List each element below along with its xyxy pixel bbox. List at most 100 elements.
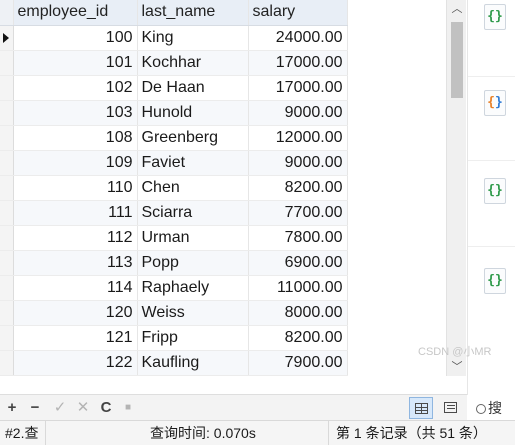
form-view-icon: [443, 402, 457, 413]
row-header[interactable]: [0, 350, 14, 376]
refresh-button[interactable]: C: [96, 398, 116, 418]
cell-salary[interactable]: 7900.00: [248, 350, 348, 376]
row-header[interactable]: [0, 100, 14, 126]
row-header[interactable]: [0, 275, 14, 301]
scroll-down-icon[interactable]: ﹀: [447, 358, 467, 376]
cell-last-name[interactable]: Chen: [137, 175, 249, 201]
column-header-salary[interactable]: salary: [248, 0, 348, 26]
cell-last-name[interactable]: Raphaely: [137, 275, 249, 301]
table-row[interactable]: 108 Greenberg 12000.00: [0, 125, 348, 151]
cell-employee-id[interactable]: 103: [13, 100, 138, 126]
column-header-employee-id[interactable]: employee_id: [13, 0, 138, 26]
row-header[interactable]: [0, 50, 14, 76]
cell-salary[interactable]: 7800.00: [248, 225, 348, 251]
cell-salary[interactable]: 8200.00: [248, 175, 348, 201]
cell-last-name[interactable]: Hunold: [137, 100, 249, 126]
cell-last-name[interactable]: Kochhar: [137, 50, 249, 76]
cell-employee-id[interactable]: 101: [13, 50, 138, 76]
cell-employee-id[interactable]: 112: [13, 225, 138, 251]
add-row-button[interactable]: +: [2, 398, 22, 418]
cell-employee-id[interactable]: 111: [13, 200, 138, 226]
cell-salary[interactable]: 8000.00: [248, 300, 348, 326]
cell-salary[interactable]: 17000.00: [248, 75, 348, 101]
cell-salary[interactable]: 24000.00: [248, 25, 348, 51]
cell-employee-id[interactable]: 114: [13, 275, 138, 301]
panel-divider: [468, 160, 515, 161]
cell-salary[interactable]: 8200.00: [248, 325, 348, 351]
table-row[interactable]: 102 De Haan 17000.00: [0, 75, 348, 101]
delete-row-button[interactable]: −: [25, 398, 45, 418]
apply-changes-button[interactable]: ✓: [50, 398, 70, 418]
form-view-button[interactable]: [438, 397, 462, 419]
row-header[interactable]: [0, 175, 14, 201]
json-braces-icon[interactable]: {}: [484, 4, 506, 30]
cell-salary[interactable]: 9000.00: [248, 100, 348, 126]
discard-changes-button[interactable]: ✕: [73, 398, 93, 418]
cell-employee-id[interactable]: 120: [13, 300, 138, 326]
row-header[interactable]: [0, 125, 14, 151]
cell-employee-id[interactable]: 108: [13, 125, 138, 151]
row-header[interactable]: [0, 150, 14, 176]
cell-last-name[interactable]: Urman: [137, 225, 249, 251]
table-row[interactable]: 112 Urman 7800.00: [0, 225, 348, 251]
table-row[interactable]: 121 Fripp 8200.00: [0, 325, 348, 351]
scroll-up-icon[interactable]: ︿: [447, 0, 467, 18]
cell-last-name[interactable]: De Haan: [137, 75, 249, 101]
json-braces-icon[interactable]: {}: [484, 178, 506, 204]
cell-last-name[interactable]: Kaufling: [137, 350, 249, 376]
cell-last-name[interactable]: Sciarra: [137, 200, 249, 226]
table-row[interactable]: 109 Faviet 9000.00: [0, 150, 348, 176]
cell-last-name[interactable]: Popp: [137, 250, 249, 276]
vertical-scrollbar[interactable]: ︿ ﹀: [446, 0, 466, 376]
cell-salary[interactable]: 7700.00: [248, 200, 348, 226]
stop-button[interactable]: ■: [118, 398, 138, 418]
table-row[interactable]: 120 Weiss 8000.00: [0, 300, 348, 326]
json-braces-icon[interactable]: {}: [484, 90, 506, 116]
scroll-thumb[interactable]: [451, 22, 463, 98]
row-header[interactable]: [0, 300, 14, 326]
cell-salary[interactable]: 12000.00: [248, 125, 348, 151]
cell-employee-id[interactable]: 122: [13, 350, 138, 376]
cell-employee-id[interactable]: 113: [13, 250, 138, 276]
table-row[interactable]: 101 Kochhar 17000.00: [0, 50, 348, 76]
result-grid: employee_id last_name salary 100 King 2400…: [0, 0, 446, 376]
table-row[interactable]: 122 Kaufling 7900.00: [0, 350, 348, 376]
table-row[interactable]: 110 Chen 8200.00: [0, 175, 348, 201]
cell-last-name[interactable]: Faviet: [137, 150, 249, 176]
header-gutter: [0, 0, 14, 26]
table-row[interactable]: 113 Popp 6900.00: [0, 250, 348, 276]
table-row[interactable]: 103 Hunold 9000.00: [0, 100, 348, 126]
panel-divider: [468, 76, 515, 77]
cell-salary[interactable]: 17000.00: [248, 50, 348, 76]
row-header[interactable]: [0, 325, 14, 351]
grid-view-icon: [414, 403, 428, 414]
json-braces-icon[interactable]: {}: [484, 268, 506, 294]
cell-last-name[interactable]: King: [137, 25, 249, 51]
table-row[interactable]: 114 Raphaely 11000.00: [0, 275, 348, 301]
cell-salary[interactable]: 6900.00: [248, 250, 348, 276]
cell-employee-id[interactable]: 102: [13, 75, 138, 101]
query-tab-label[interactable]: #2.查: [0, 421, 46, 445]
record-info: 第 1 条记录（共 51 条）: [336, 425, 487, 441]
cell-last-name[interactable]: Weiss: [137, 300, 249, 326]
row-header[interactable]: [0, 225, 14, 251]
row-header[interactable]: [0, 200, 14, 226]
table-row[interactable]: 100 King 24000.00: [0, 25, 348, 51]
row-header[interactable]: [0, 75, 14, 101]
header-row: employee_id last_name salary: [0, 0, 348, 26]
current-row-arrow-icon: [3, 32, 9, 43]
cell-last-name[interactable]: Fripp: [137, 325, 249, 351]
cell-salary[interactable]: 11000.00: [248, 275, 348, 301]
query-time: 查询时间: 0.070s: [46, 421, 329, 445]
column-header-last-name[interactable]: last_name: [137, 0, 249, 26]
row-header[interactable]: [0, 250, 14, 276]
row-header[interactable]: [0, 25, 14, 51]
table-row[interactable]: 111 Sciarra 7700.00: [0, 200, 348, 226]
cell-employee-id[interactable]: 100: [13, 25, 138, 51]
grid-view-button[interactable]: [409, 397, 433, 419]
cell-employee-id[interactable]: 121: [13, 325, 138, 351]
cell-employee-id[interactable]: 109: [13, 150, 138, 176]
cell-employee-id[interactable]: 110: [13, 175, 138, 201]
cell-salary[interactable]: 9000.00: [248, 150, 348, 176]
cell-last-name[interactable]: Greenberg: [137, 125, 249, 151]
